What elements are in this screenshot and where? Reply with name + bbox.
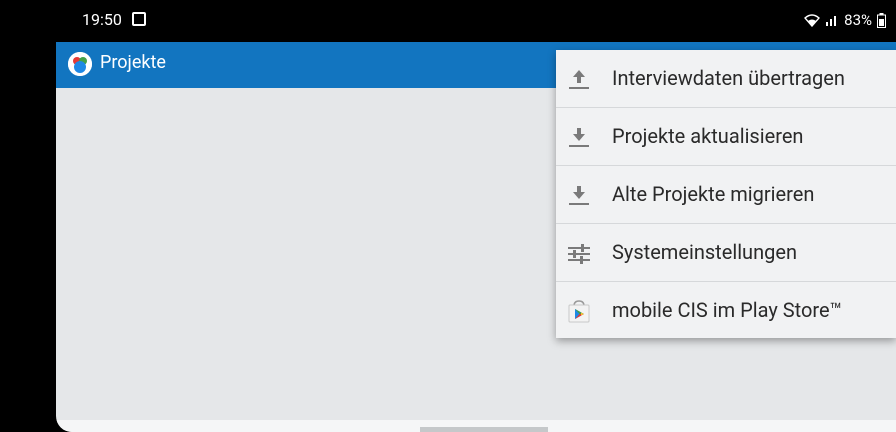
upload-icon bbox=[569, 70, 589, 89]
signal-icon bbox=[826, 16, 837, 26]
overflow-menu: Interviewdaten übertragen Projekte aktua… bbox=[556, 50, 896, 338]
sliders-icon bbox=[568, 244, 590, 264]
status-indicators: 83% bbox=[804, 11, 886, 29]
app-logo-icon[interactable] bbox=[68, 52, 92, 76]
navigation-bar bbox=[56, 420, 896, 432]
wifi-icon bbox=[804, 14, 821, 27]
menu-item-upload-interview-data[interactable]: Interviewdaten übertragen bbox=[556, 50, 896, 108]
menu-item-play-store[interactable]: mobile CIS im Play Store™ bbox=[556, 282, 896, 340]
menu-item-update-projects[interactable]: Projekte aktualisieren bbox=[556, 108, 896, 166]
menu-item-label: Projekte aktualisieren bbox=[612, 124, 804, 148]
menu-item-system-settings[interactable]: Systemeinstellungen bbox=[556, 224, 896, 282]
status-time: 19:50 bbox=[82, 10, 122, 29]
page-title: Projekte bbox=[100, 52, 166, 73]
image-notification-icon bbox=[132, 12, 146, 26]
device-bezel bbox=[0, 0, 56, 432]
menu-item-label: Alte Projekte migrieren bbox=[612, 182, 815, 206]
download-icon bbox=[569, 128, 589, 147]
home-handle[interactable] bbox=[420, 427, 548, 432]
battery-percent: 83% bbox=[844, 11, 872, 29]
battery-icon bbox=[877, 12, 886, 28]
menu-item-label: mobile CIS im Play Store™ bbox=[612, 298, 843, 322]
menu-item-label: Interviewdaten übertragen bbox=[612, 66, 845, 90]
play-store-icon bbox=[568, 300, 590, 323]
menu-item-label: Systemeinstellungen bbox=[612, 240, 798, 264]
download-icon bbox=[569, 186, 589, 205]
status-bar: 19:50 83% bbox=[56, 0, 896, 42]
menu-item-migrate-projects[interactable]: Alte Projekte migrieren bbox=[556, 166, 896, 224]
